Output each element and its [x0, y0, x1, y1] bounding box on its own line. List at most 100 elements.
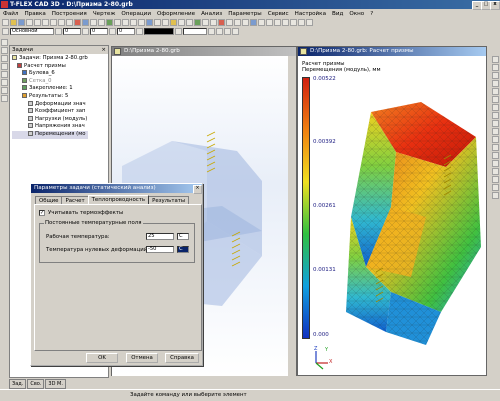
tool-circle-icon[interactable]: [0, 55, 8, 62]
tool-node-icon[interactable]: [0, 63, 8, 70]
view-iso-icon[interactable]: [491, 120, 499, 127]
view-shade-icon[interactable]: [491, 128, 499, 135]
view-front-icon[interactable]: [491, 96, 499, 103]
node-icon[interactable]: [106, 19, 113, 26]
print-icon[interactable]: [26, 19, 33, 26]
help-icon[interactable]: [306, 19, 313, 26]
width-icon[interactable]: [175, 28, 182, 35]
line-width-combo[interactable]: [183, 28, 207, 35]
chamfer-icon[interactable]: [186, 19, 193, 26]
menu-analysis[interactable]: Анализ: [201, 11, 222, 17]
view-light-icon[interactable]: [491, 160, 499, 167]
tab-tasks[interactable]: Зад.: [9, 379, 27, 389]
tool-dimension-icon[interactable]: [0, 79, 8, 86]
dimension-icon[interactable]: [122, 19, 129, 26]
pan-icon[interactable]: [290, 19, 297, 26]
save-icon[interactable]: [18, 19, 25, 26]
fix-icon[interactable]: [242, 19, 249, 26]
dialog-close-button[interactable]: ×: [193, 185, 202, 194]
view-left-icon[interactable]: [491, 112, 499, 119]
load-icon[interactable]: [234, 19, 241, 26]
tree-item-results[interactable]: Результаты: 5: [12, 92, 88, 101]
tree-item-body[interactable]: Булева_6: [12, 70, 88, 78]
undo-icon[interactable]: [58, 19, 65, 26]
panel-close-icon[interactable]: ×: [101, 46, 106, 54]
menu-drawing[interactable]: Чертеж: [93, 11, 116, 17]
model-scrollbar[interactable]: [288, 56, 296, 376]
fillet-icon[interactable]: [178, 19, 185, 26]
paste-icon[interactable]: [50, 19, 57, 26]
extrude-icon[interactable]: [154, 19, 161, 26]
3d-view-icon[interactable]: [146, 19, 153, 26]
tool-select-icon[interactable]: [0, 39, 8, 46]
menu-help[interactable]: ?: [370, 11, 373, 17]
working-temp-unit-select[interactable]: C: [177, 233, 189, 240]
help-button[interactable]: Справка: [165, 353, 199, 363]
zoom-out-icon[interactable]: [282, 19, 289, 26]
priority-field[interactable]: 0: [90, 28, 108, 35]
tool-hatch-icon[interactable]: [0, 95, 8, 102]
delete-icon[interactable]: [74, 19, 81, 26]
rotate-icon[interactable]: [162, 19, 169, 26]
cut-icon[interactable]: [34, 19, 41, 26]
linetype-icon[interactable]: [136, 28, 143, 35]
tree-item-fixing[interactable]: Закрепление: 1: [12, 85, 88, 93]
layer-icon[interactable]: [2, 28, 9, 35]
menu-format[interactable]: Оформление: [157, 11, 195, 17]
color-field[interactable]: 0: [117, 28, 135, 35]
tree-item-root[interactable]: Задачи: Призма 2-80.grb: [12, 55, 88, 63]
copy-icon[interactable]: [42, 19, 49, 26]
tree-item-result[interactable]: Коэффициент зап: [12, 108, 88, 116]
level-icon[interactable]: [55, 28, 62, 35]
solve-icon[interactable]: [250, 19, 257, 26]
layer-combo[interactable]: Основной: [10, 28, 54, 35]
ortho-icon[interactable]: [224, 28, 231, 35]
hatch-icon[interactable]: [138, 19, 145, 26]
working-temp-input[interactable]: 25: [146, 233, 174, 240]
tab-3d-model[interactable]: 3D М.: [45, 379, 66, 389]
coords-icon[interactable]: [232, 28, 239, 35]
open-file-icon[interactable]: [10, 19, 17, 26]
text-icon[interactable]: [130, 19, 137, 26]
view-material-icon[interactable]: [491, 168, 499, 175]
line-icon[interactable]: [90, 19, 97, 26]
view-camera-icon[interactable]: [491, 184, 499, 191]
snap-icon[interactable]: [216, 28, 223, 35]
view-rotate-icon[interactable]: [491, 80, 499, 87]
arc-icon[interactable]: [114, 19, 121, 26]
result-icon[interactable]: [258, 19, 265, 26]
tab-properties[interactable]: Сво.: [27, 379, 45, 389]
tree-item-result[interactable]: Деформации знач: [12, 100, 88, 109]
circle-icon[interactable]: [98, 19, 105, 26]
view-top-icon[interactable]: [491, 104, 499, 111]
new-file-icon[interactable]: [2, 19, 9, 26]
view-hidden-icon[interactable]: [491, 144, 499, 151]
menu-file[interactable]: Файл: [3, 11, 18, 17]
ok-button[interactable]: OK: [86, 353, 118, 363]
view-section-icon[interactable]: [491, 152, 499, 159]
select-icon[interactable]: [82, 19, 89, 26]
menu-window[interactable]: Окно: [349, 11, 364, 17]
view-wire-icon[interactable]: [491, 136, 499, 143]
priority-icon[interactable]: [82, 28, 89, 35]
grid-icon[interactable]: [208, 28, 215, 35]
redo-icon[interactable]: [66, 19, 73, 26]
tab-thermal[interactable]: Теплопроводность: [87, 195, 150, 204]
view-zoom-out-icon[interactable]: [491, 64, 499, 71]
measure-icon[interactable]: [210, 19, 217, 26]
tree-item-result[interactable]: Напряжения знач: [12, 123, 88, 131]
view-zoom-in-icon[interactable]: [491, 56, 499, 63]
fea-result-viewport[interactable]: [336, 97, 486, 357]
section-icon[interactable]: [202, 19, 209, 26]
thermal-effects-checkbox[interactable]: ✓: [39, 210, 45, 216]
boolean-icon[interactable]: [170, 19, 177, 26]
mesh-icon[interactable]: [226, 19, 233, 26]
color-icon[interactable]: [109, 28, 116, 35]
tree-item-result[interactable]: Нагрузки (модуль): [12, 115, 88, 124]
level-field[interactable]: 0: [63, 28, 81, 35]
menu-view[interactable]: Вид: [332, 11, 343, 17]
view-options-icon[interactable]: [491, 192, 499, 199]
menu-service[interactable]: Сервис: [268, 11, 289, 17]
view-fit-icon[interactable]: [491, 88, 499, 95]
tree-item-result-selected[interactable]: Перемещения (мо: [12, 130, 88, 139]
